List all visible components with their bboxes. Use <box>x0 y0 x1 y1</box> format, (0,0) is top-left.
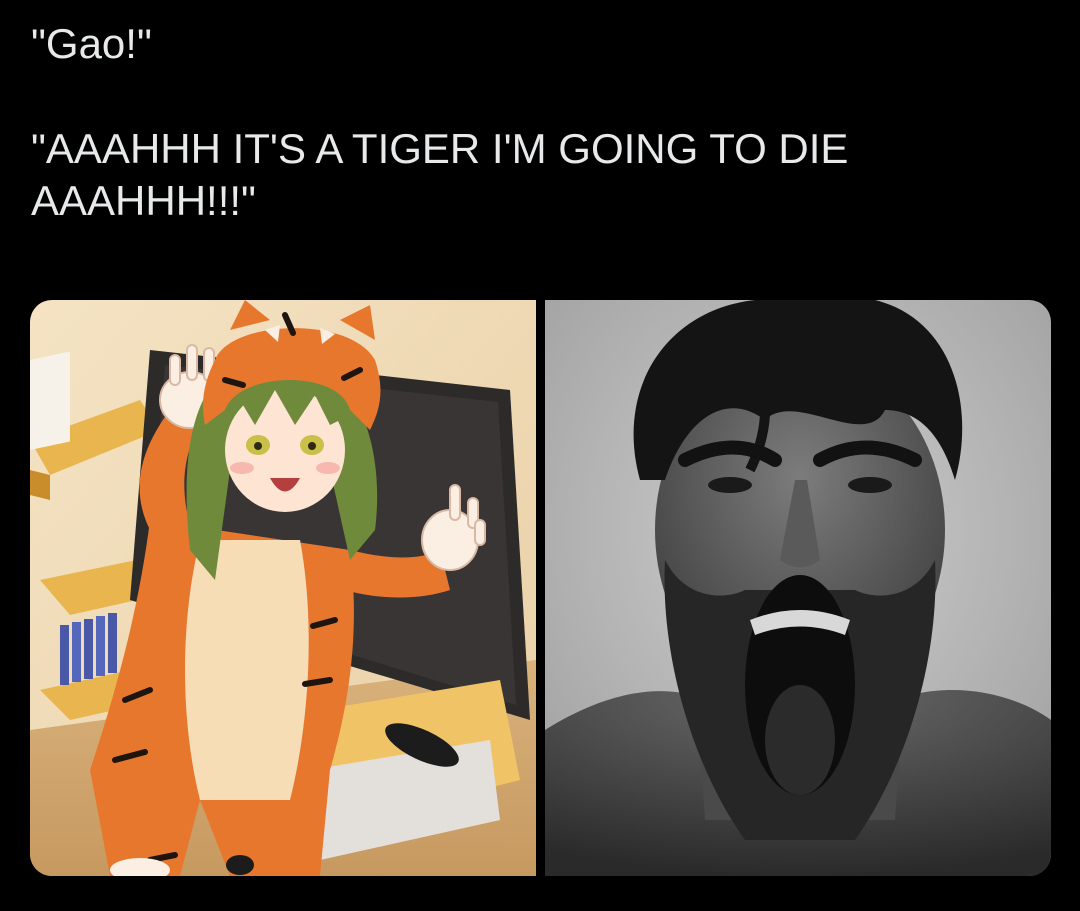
post-text-line-1: "Gao!" <box>31 20 152 67</box>
screaming-man-photo <box>545 300 1051 876</box>
media-grid <box>30 300 1051 876</box>
media-image-screaming-man[interactable] <box>545 300 1051 876</box>
post-text-line-2: "AAAHHH IT'S A TIGER I'M GOING TO DIE <box>31 125 849 172</box>
anime-tiger-girl-illustration <box>30 300 536 876</box>
post-text-line-3: AAAHHH!!!" <box>31 177 256 224</box>
line-break-spacer <box>31 70 1051 123</box>
post-text: "Gao!" "AAAHHH IT'S A TIGER I'M GOING TO… <box>31 18 1051 227</box>
media-image-anime-tiger-girl[interactable] <box>30 300 536 876</box>
